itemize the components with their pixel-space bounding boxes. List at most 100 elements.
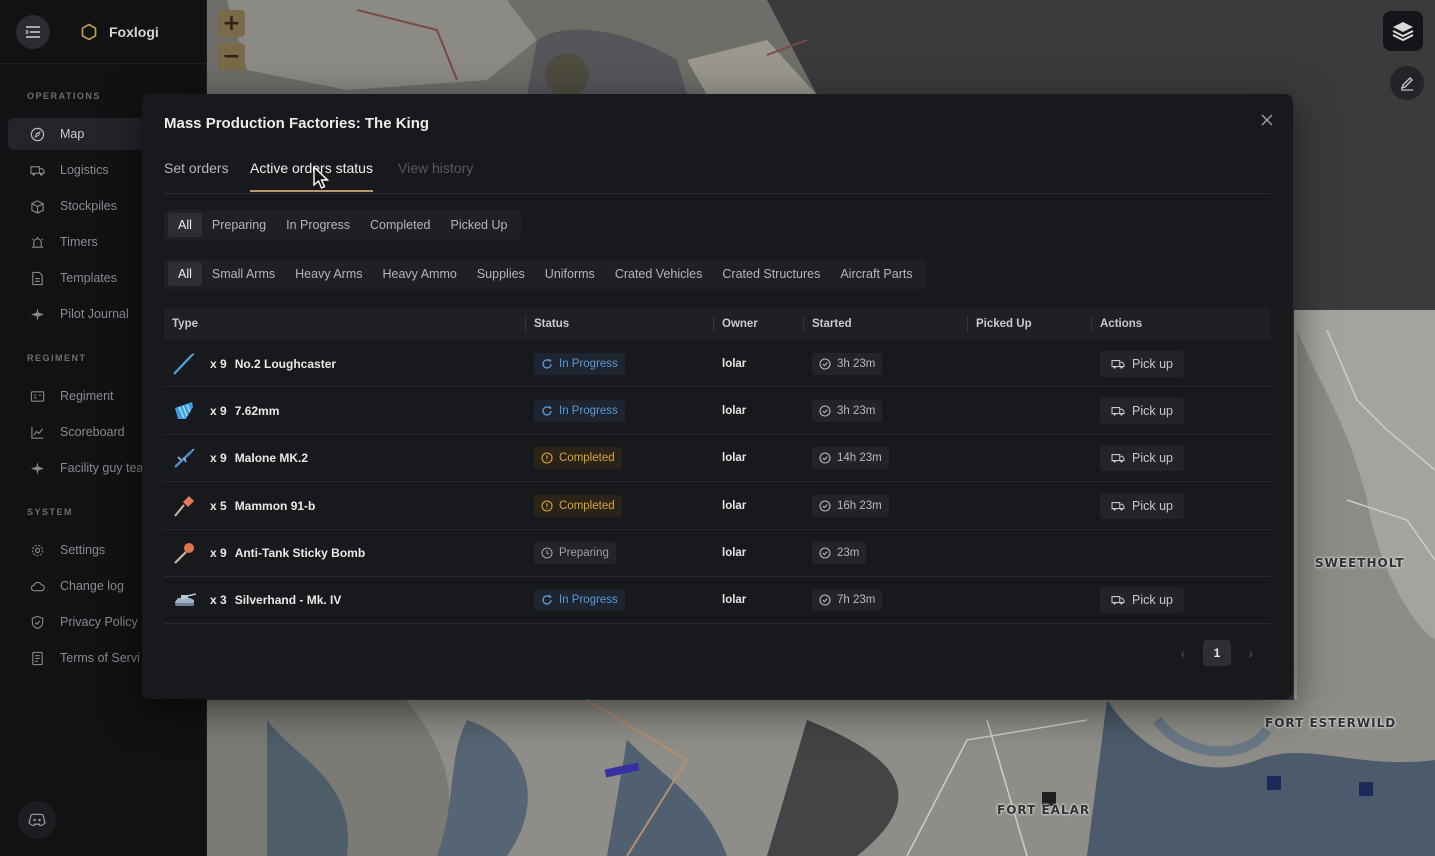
sidebar-item-label: Regiment — [60, 389, 114, 403]
discord-icon — [28, 813, 46, 827]
col-type[interactable]: Type — [172, 308, 198, 340]
pick-up-button[interactable]: Pick up — [1100, 350, 1184, 377]
prev-page-button[interactable]: ‹ — [1169, 640, 1197, 666]
section-operations: OPERATIONS — [27, 91, 101, 101]
item-name: 7.62mm — [234, 403, 280, 418]
started-text: 23m — [837, 547, 860, 560]
started-text: 14h 23m — [837, 452, 882, 465]
item-name: Anti-Tank Sticky Bomb — [234, 546, 366, 561]
col-status[interactable]: Status — [534, 308, 569, 340]
pick-up-label: Pick up — [1132, 356, 1173, 371]
status-text: In Progress — [559, 404, 618, 417]
owner: lolar — [722, 594, 747, 607]
owner: lolar — [722, 357, 747, 370]
brand-name: Foxlogi — [109, 23, 159, 40]
status-badge: In Progress — [534, 399, 625, 422]
alert-circle-icon — [541, 500, 553, 512]
pick-up-button[interactable]: Pick up — [1100, 397, 1184, 424]
discord-button[interactable] — [18, 801, 56, 839]
status-filter-completed[interactable]: Completed — [360, 213, 440, 237]
category-filter-small-arms[interactable]: Small Arms — [202, 262, 285, 286]
col-picked-up[interactable]: Picked Up — [976, 308, 1032, 340]
sidebar-item-label: Logistics — [60, 163, 109, 177]
status-filter-picked-up[interactable]: Picked Up — [440, 213, 517, 237]
table-row: x 9 7.62mm In Progress lolar 3h 23m Pick… — [164, 387, 1271, 435]
map-label-fort-ealar: FORT EALAR — [997, 803, 1091, 817]
category-filter-aircraft-parts[interactable]: Aircraft Parts — [830, 262, 922, 286]
alarm-icon — [31, 236, 44, 248]
col-owner[interactable]: Owner — [722, 308, 758, 340]
pick-up-button[interactable]: Pick up — [1100, 587, 1184, 614]
status-text: Preparing — [559, 547, 609, 560]
status-text: In Progress — [559, 594, 618, 607]
page-number-button[interactable]: 1 — [1203, 640, 1231, 666]
chart-line-icon — [31, 426, 44, 439]
layers-button[interactable] — [1383, 11, 1423, 51]
started-text: 16h 23m — [837, 499, 882, 512]
category-filter-heavy-ammo[interactable]: Heavy Ammo — [373, 262, 467, 286]
draw-button[interactable] — [1390, 66, 1424, 100]
ammo-icon — [175, 401, 193, 419]
owner: lolar — [722, 452, 747, 465]
started-time: 14h 23m — [812, 447, 889, 470]
next-page-button[interactable]: › — [1237, 640, 1265, 666]
started-text: 3h 23m — [837, 357, 876, 370]
item-name: Silverhand - Mk. IV — [234, 593, 342, 608]
status-text: In Progress — [559, 357, 618, 370]
category-filter-crated-structures[interactable]: Crated Structures — [712, 262, 830, 286]
sidebar-item-label: Change log — [60, 579, 124, 593]
pick-up-label: Pick up — [1132, 593, 1173, 608]
category-filter-heavy-arms[interactable]: Heavy Arms — [285, 262, 372, 286]
tab-set-orders[interactable]: Set orders — [164, 160, 229, 190]
pick-up-button[interactable]: Pick up — [1100, 445, 1184, 472]
plane-icon — [30, 461, 45, 475]
clock-check-icon — [819, 357, 831, 370]
refresh-icon — [542, 358, 552, 369]
truck-icon — [30, 165, 45, 176]
category-filter-uniforms[interactable]: Uniforms — [535, 262, 605, 286]
menu-toggle-button[interactable] — [16, 14, 50, 49]
started-text: 3h 23m — [837, 404, 876, 417]
machine-gun-icon — [174, 448, 195, 469]
cloud-icon — [30, 581, 45, 591]
clock-check-icon — [819, 452, 831, 464]
clock-check-icon — [819, 594, 831, 607]
item-quantity: x 3 — [210, 593, 227, 608]
item-quantity: x 9 — [210, 356, 227, 371]
category-filter-all[interactable]: All — [168, 262, 202, 286]
status-badge: Preparing — [534, 542, 616, 565]
section-system: SYSTEM — [27, 507, 74, 517]
owner: lolar — [722, 547, 747, 560]
pick-up-button[interactable]: Pick up — [1100, 492, 1184, 519]
category-filter-supplies[interactable]: Supplies — [467, 262, 535, 286]
col-started[interactable]: Started — [812, 308, 852, 340]
col-actions[interactable]: Actions — [1100, 308, 1142, 340]
close-icon[interactable] — [1259, 112, 1275, 128]
gear-icon — [31, 544, 44, 556]
started-time: 3h 23m — [812, 399, 883, 422]
status-filter-all[interactable]: All — [168, 213, 202, 237]
layers-icon — [1392, 22, 1414, 42]
truck-icon — [1111, 406, 1125, 416]
plane-icon — [30, 307, 45, 321]
category-filter-crated-vehicles[interactable]: Crated Vehicles — [605, 262, 713, 286]
status-filter-in-progress[interactable]: In Progress — [276, 213, 360, 237]
modal-tabs: Set orders Active orders status View his… — [164, 160, 1271, 194]
table-row: x 3 Silverhand - Mk. IV In Progress lola… — [164, 577, 1271, 625]
sticky-bomb-icon — [174, 543, 194, 564]
status-filter-preparing[interactable]: Preparing — [202, 213, 276, 237]
box-icon — [31, 199, 44, 214]
map-label-fort-esterwild: FORT ESTERWILD — [1265, 716, 1397, 730]
alert-circle-icon — [541, 452, 553, 464]
id-card-icon — [30, 390, 45, 402]
truck-icon — [1111, 501, 1125, 511]
pick-up-label: Pick up — [1132, 451, 1173, 466]
sidebar-item-label: Scoreboard — [60, 425, 125, 439]
truck-icon — [1111, 454, 1125, 463]
zoom-out-button[interactable]: − — [218, 43, 245, 70]
tab-view-history[interactable]: View history — [398, 160, 473, 190]
map-label-sweetholt: SWEETHOLT — [1315, 556, 1405, 570]
sidebar-item-label: Privacy Policy — [60, 615, 138, 629]
shield-icon — [31, 615, 44, 629]
zoom-in-button[interactable]: + — [218, 10, 245, 37]
